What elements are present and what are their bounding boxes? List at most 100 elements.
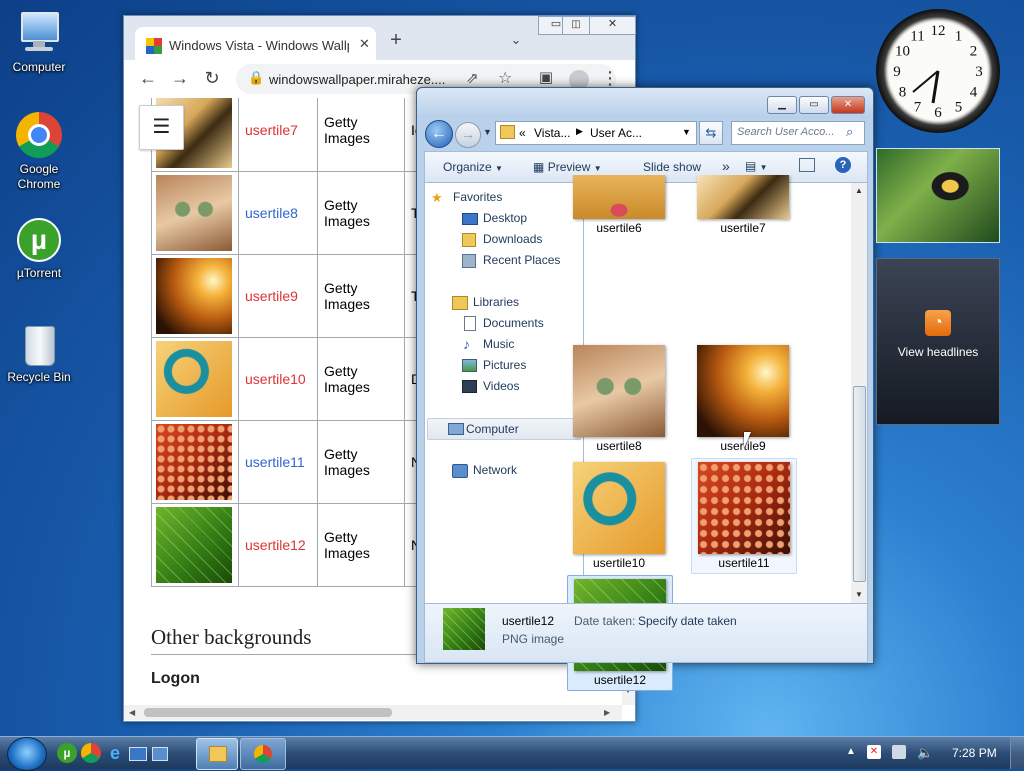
scroll-thumb[interactable] [853, 386, 866, 582]
source-text: Getty [324, 363, 358, 379]
nav-computer[interactable]: Computer [427, 418, 581, 440]
switch-windows-icon[interactable] [152, 747, 168, 761]
address-bar[interactable]: « Vista... ▶ User Ac... ▼ [495, 121, 697, 145]
clock-time[interactable]: 7:28 PM [952, 746, 997, 760]
breadcrumb-overflow[interactable]: « [519, 126, 526, 140]
view-headlines-label[interactable]: View headlines [877, 345, 999, 359]
feed-headlines-gadget[interactable]: ◔ View headlines [876, 258, 1000, 425]
table-row: usertile11 GettyImages N [151, 420, 432, 504]
taskbar-explorer-button[interactable] [196, 738, 238, 770]
organize-menu[interactable]: Organize ▼ [443, 160, 503, 174]
menu-dots-icon[interactable]: ⋮ [598, 67, 622, 89]
tab-close-icon[interactable]: ✕ [359, 36, 370, 52]
file-item[interactable]: usertile7 [693, 175, 793, 239]
nav-libraries[interactable]: Libraries [452, 295, 519, 310]
file-link[interactable]: usertile10 [245, 371, 306, 387]
file-item[interactable]: usertile10 [569, 462, 669, 570]
volume-tray-icon[interactable]: 🔈 [917, 745, 933, 761]
network-tray-icon[interactable] [892, 745, 906, 759]
bookmark-star-icon[interactable]: ☆ [498, 68, 512, 88]
more-commands-button[interactable]: » [722, 158, 730, 174]
usertile9-thumbnail[interactable] [156, 258, 232, 334]
file-item[interactable]: usertile8 [569, 345, 669, 453]
nav-downloads[interactable]: Downloads [462, 232, 542, 247]
scroll-left-icon[interactable]: ◀ [129, 708, 135, 717]
slideshow-gadget[interactable] [876, 148, 1000, 243]
scroll-right-icon[interactable]: ▶ [604, 708, 610, 717]
file-item[interactable]: usertile6 [569, 175, 669, 239]
file-link[interactable]: usertile9 [245, 288, 298, 304]
refresh-button[interactable]: ⇆ [699, 121, 723, 145]
change-view-icon[interactable]: ▤ ▼ [745, 159, 768, 173]
minimize-button[interactable]: ▁ [767, 96, 797, 114]
side-panel-icon[interactable]: ▣ [534, 67, 558, 89]
internet-explorer-icon[interactable]: e [105, 743, 125, 763]
file-name: usertile11 [718, 556, 770, 570]
desktop-icon-utorrent[interactable]: µ µTorrent [3, 216, 75, 281]
new-tab-button[interactable]: + [386, 29, 406, 51]
share-icon[interactable]: ⇗ [466, 69, 479, 87]
horizontal-scrollbar[interactable]: ◀ ▶ [124, 705, 622, 720]
close-button[interactable]: ✕ [831, 96, 865, 114]
back-icon[interactable]: ← [136, 67, 160, 89]
scroll-up-icon[interactable]: ▲ [855, 186, 863, 195]
nav-network[interactable]: Network [452, 463, 517, 478]
file-link[interactable]: usertile7 [245, 122, 298, 138]
preview-menu[interactable]: ▦ Preview ▼ [533, 160, 602, 174]
breadcrumb-user-accounts[interactable]: User Ac... [590, 126, 642, 140]
forward-icon[interactable]: → [168, 67, 192, 89]
nav-videos[interactable]: Videos [462, 379, 519, 393]
show-desktop-icon[interactable] [129, 747, 147, 761]
help-icon[interactable]: ? [835, 157, 851, 173]
toc-button[interactable]: ☰ [139, 105, 184, 150]
maximize-button[interactable]: ◫ [562, 16, 590, 35]
file-item[interactable]: usertile11 [691, 458, 797, 574]
usertile11-thumbnail[interactable] [156, 424, 232, 500]
nav-music[interactable]: ♪ Music [463, 336, 514, 352]
vertical-scrollbar[interactable]: ▲ ▼ [851, 183, 867, 604]
clock-gadget[interactable]: 12 1 2 3 4 5 6 7 8 9 10 11 [876, 9, 1000, 133]
file-link[interactable]: usertile12 [245, 537, 306, 553]
scroll-down-icon[interactable]: ▼ [855, 590, 863, 599]
usertile10-thumbnail[interactable] [156, 341, 232, 417]
file-link[interactable]: usertile8 [245, 205, 298, 221]
details-pane: usertile12 PNG image Date taken: Specify… [424, 603, 868, 663]
search-box[interactable]: Search User Acco... ⌕ [731, 121, 865, 145]
recent-pages-icon[interactable]: ▼ [483, 127, 492, 137]
breadcrumb-vista[interactable]: Vista... [534, 126, 570, 140]
start-button[interactable] [7, 737, 47, 771]
search-input[interactable]: Search User Acco... [737, 126, 834, 138]
forward-button[interactable]: → [455, 122, 481, 148]
desktop-icon-computer[interactable]: Computer [3, 10, 75, 75]
taskbar-chrome-button[interactable] [240, 738, 286, 770]
usertile12-thumbnail[interactable] [156, 507, 232, 583]
file-item[interactable]: usertile9 [693, 345, 793, 453]
tab-search-icon[interactable]: ⌄ [506, 29, 526, 51]
nav-pictures[interactable]: Pictures [462, 358, 526, 372]
nav-desktop[interactable]: Desktop [462, 211, 527, 225]
nav-documents[interactable]: Documents [464, 316, 544, 331]
slide-show-button[interactable]: Slide show [643, 160, 701, 174]
file-link[interactable]: usertile11 [245, 454, 305, 470]
utorrent-taskbar-icon[interactable]: µ [57, 743, 77, 763]
show-desktop-button[interactable] [1010, 737, 1024, 769]
back-button[interactable]: ← [425, 120, 453, 148]
horizontal-scroll-thumb[interactable] [144, 708, 392, 717]
usertile8-thumbnail[interactable] [156, 175, 232, 251]
search-icon[interactable]: ⌕ [846, 124, 853, 140]
desktop-icon-google-chrome[interactable]: Google Chrome [3, 112, 75, 192]
action-center-icon[interactable]: ✕ [867, 745, 881, 759]
close-button[interactable]: ✕ [589, 16, 636, 35]
maximize-button[interactable]: ▭ [799, 96, 829, 114]
nav-favorites[interactable]: ★ Favorites [431, 190, 502, 205]
details-date-value[interactable]: Specify date taken [638, 614, 737, 628]
nav-label: Computer [466, 422, 519, 436]
preview-pane-icon[interactable] [799, 158, 815, 172]
reload-icon[interactable]: ↻ [200, 67, 224, 89]
desktop-icon-recycle-bin[interactable]: Recycle Bin [3, 320, 75, 385]
nav-recent-places[interactable]: Recent Places [462, 253, 560, 268]
explorer-window[interactable]: ▁ ▭ ✕ ← → ▼ « Vista... ▶ User Ac... ▼ ⇆ … [416, 87, 874, 691]
show-hidden-icons[interactable]: ▲ [846, 746, 856, 757]
chrome-taskbar-icon[interactable] [81, 743, 101, 763]
address-dropdown-icon[interactable]: ▼ [682, 127, 691, 137]
